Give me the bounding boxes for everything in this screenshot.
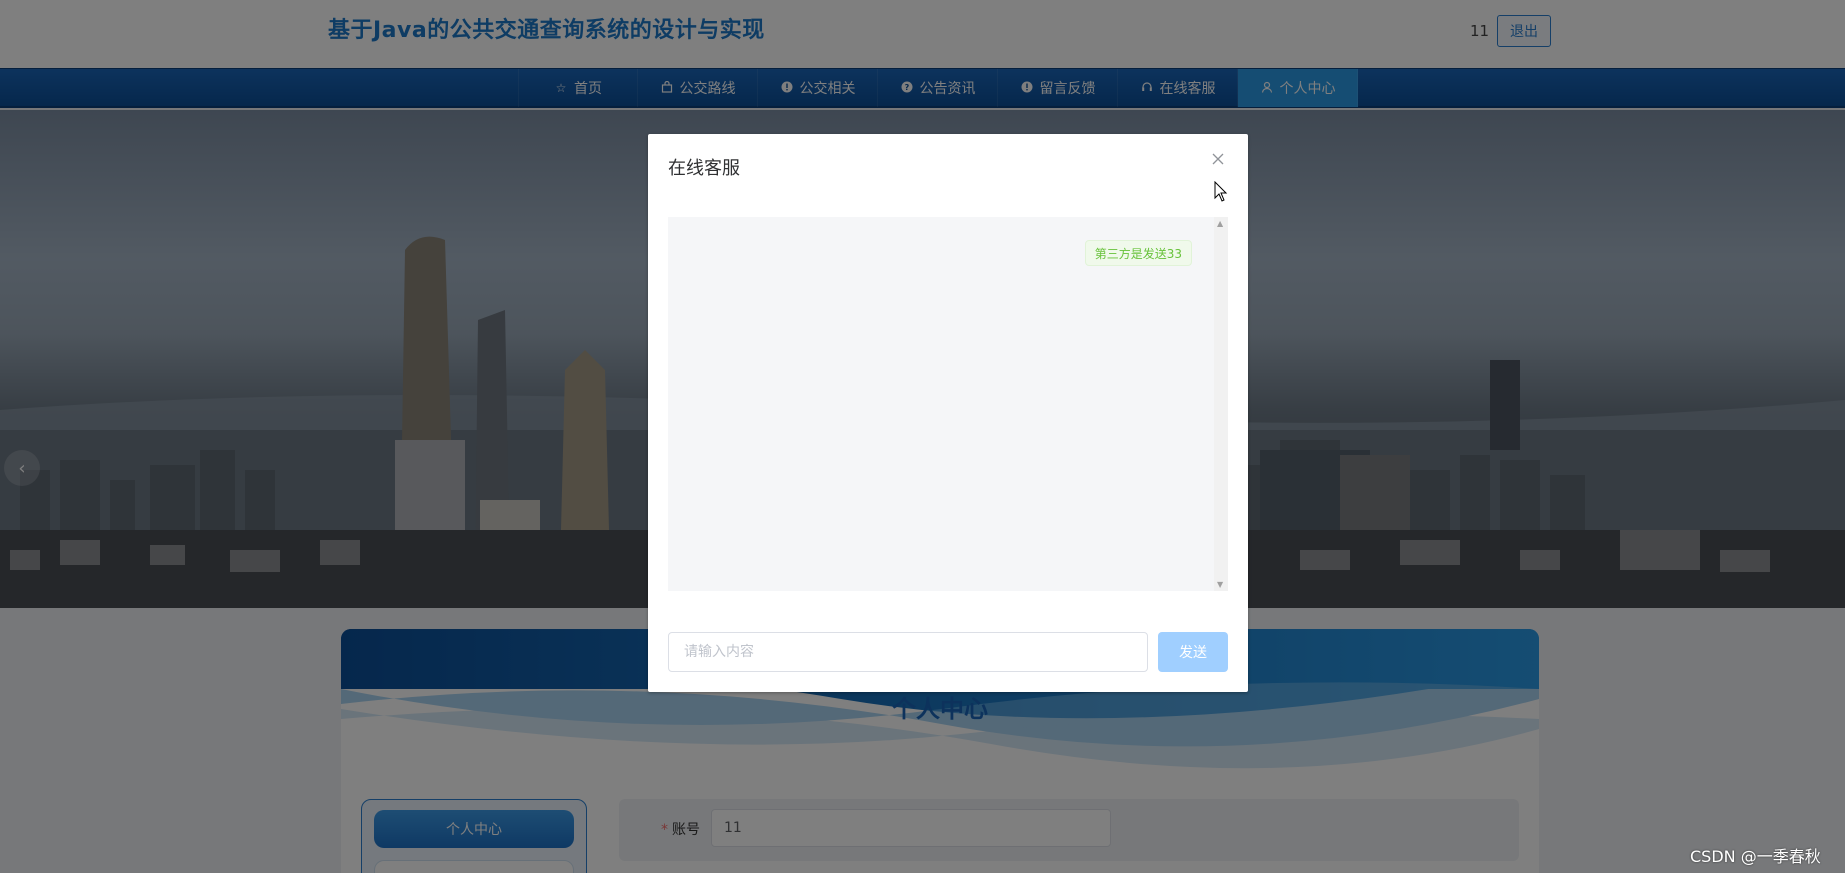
send-button[interactable]: 发送 [1158, 632, 1228, 672]
dialog-title: 在线客服 [668, 158, 740, 179]
mouse-cursor-icon [1214, 181, 1228, 202]
chat-message-area[interactable]: 第三方是发送33 ▲ ▼ [668, 217, 1228, 591]
close-icon[interactable] [1210, 152, 1226, 168]
scroll-down-arrow-icon[interactable]: ▼ [1217, 580, 1223, 589]
watermark: CSDN @一季春秋 [1690, 847, 1821, 866]
chat-input[interactable] [668, 632, 1148, 672]
online-service-dialog: 在线客服 第三方是发送33 ▲ ▼ 发送 [648, 134, 1248, 692]
chat-message: 第三方是发送33 [1084, 240, 1192, 266]
chat-scrollbar[interactable]: ▲ ▼ [1214, 217, 1228, 591]
scroll-up-arrow-icon[interactable]: ▲ [1217, 219, 1223, 228]
